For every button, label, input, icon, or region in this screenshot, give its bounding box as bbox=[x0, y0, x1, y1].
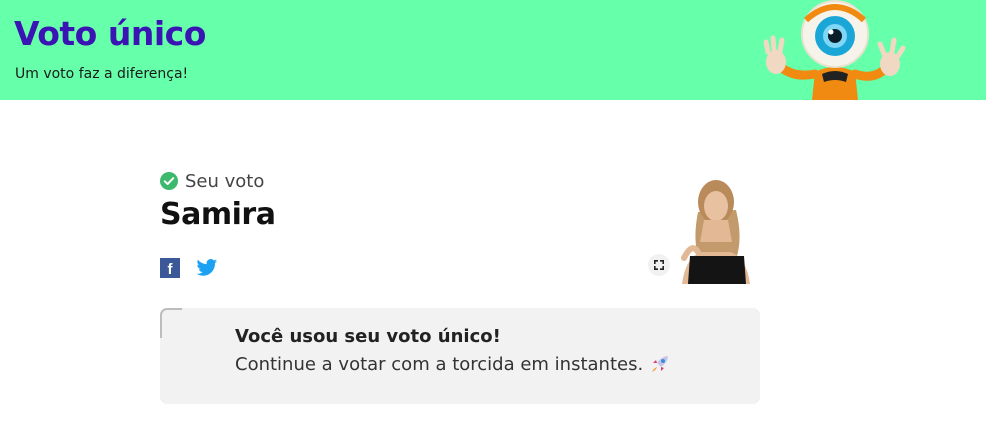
expand-photo-button[interactable] bbox=[648, 254, 670, 276]
vote-label: Seu voto bbox=[185, 170, 265, 192]
vote-used-notice: Você usou seu voto único! Continue a vot… bbox=[160, 308, 760, 404]
candidate-photo bbox=[664, 172, 760, 284]
site-header: Voto único Um voto faz a diferença! bbox=[0, 0, 986, 100]
notice-text-row: Continue a votar com a torcida em instan… bbox=[235, 353, 760, 375]
notice-title: Você usou seu voto único! bbox=[235, 326, 501, 347]
candidate-name: Samira bbox=[160, 197, 276, 232]
page-subtitle: Um voto faz a diferença! bbox=[15, 66, 189, 82]
facebook-glyph: f bbox=[167, 261, 173, 278]
mascot-icon bbox=[763, 0, 906, 100]
share-bar: f bbox=[160, 258, 218, 278]
twitter-icon[interactable] bbox=[196, 258, 218, 278]
expand-icon bbox=[654, 260, 664, 270]
notice-corner-decoration bbox=[160, 308, 182, 338]
notice-text: Continue a votar com a torcida em instan… bbox=[235, 353, 644, 375]
vote-label-row: Seu voto bbox=[160, 170, 264, 192]
check-circle-icon bbox=[160, 172, 178, 190]
page-title: Voto único bbox=[14, 14, 206, 53]
facebook-icon[interactable]: f bbox=[160, 258, 180, 278]
rocket-icon bbox=[652, 356, 669, 372]
